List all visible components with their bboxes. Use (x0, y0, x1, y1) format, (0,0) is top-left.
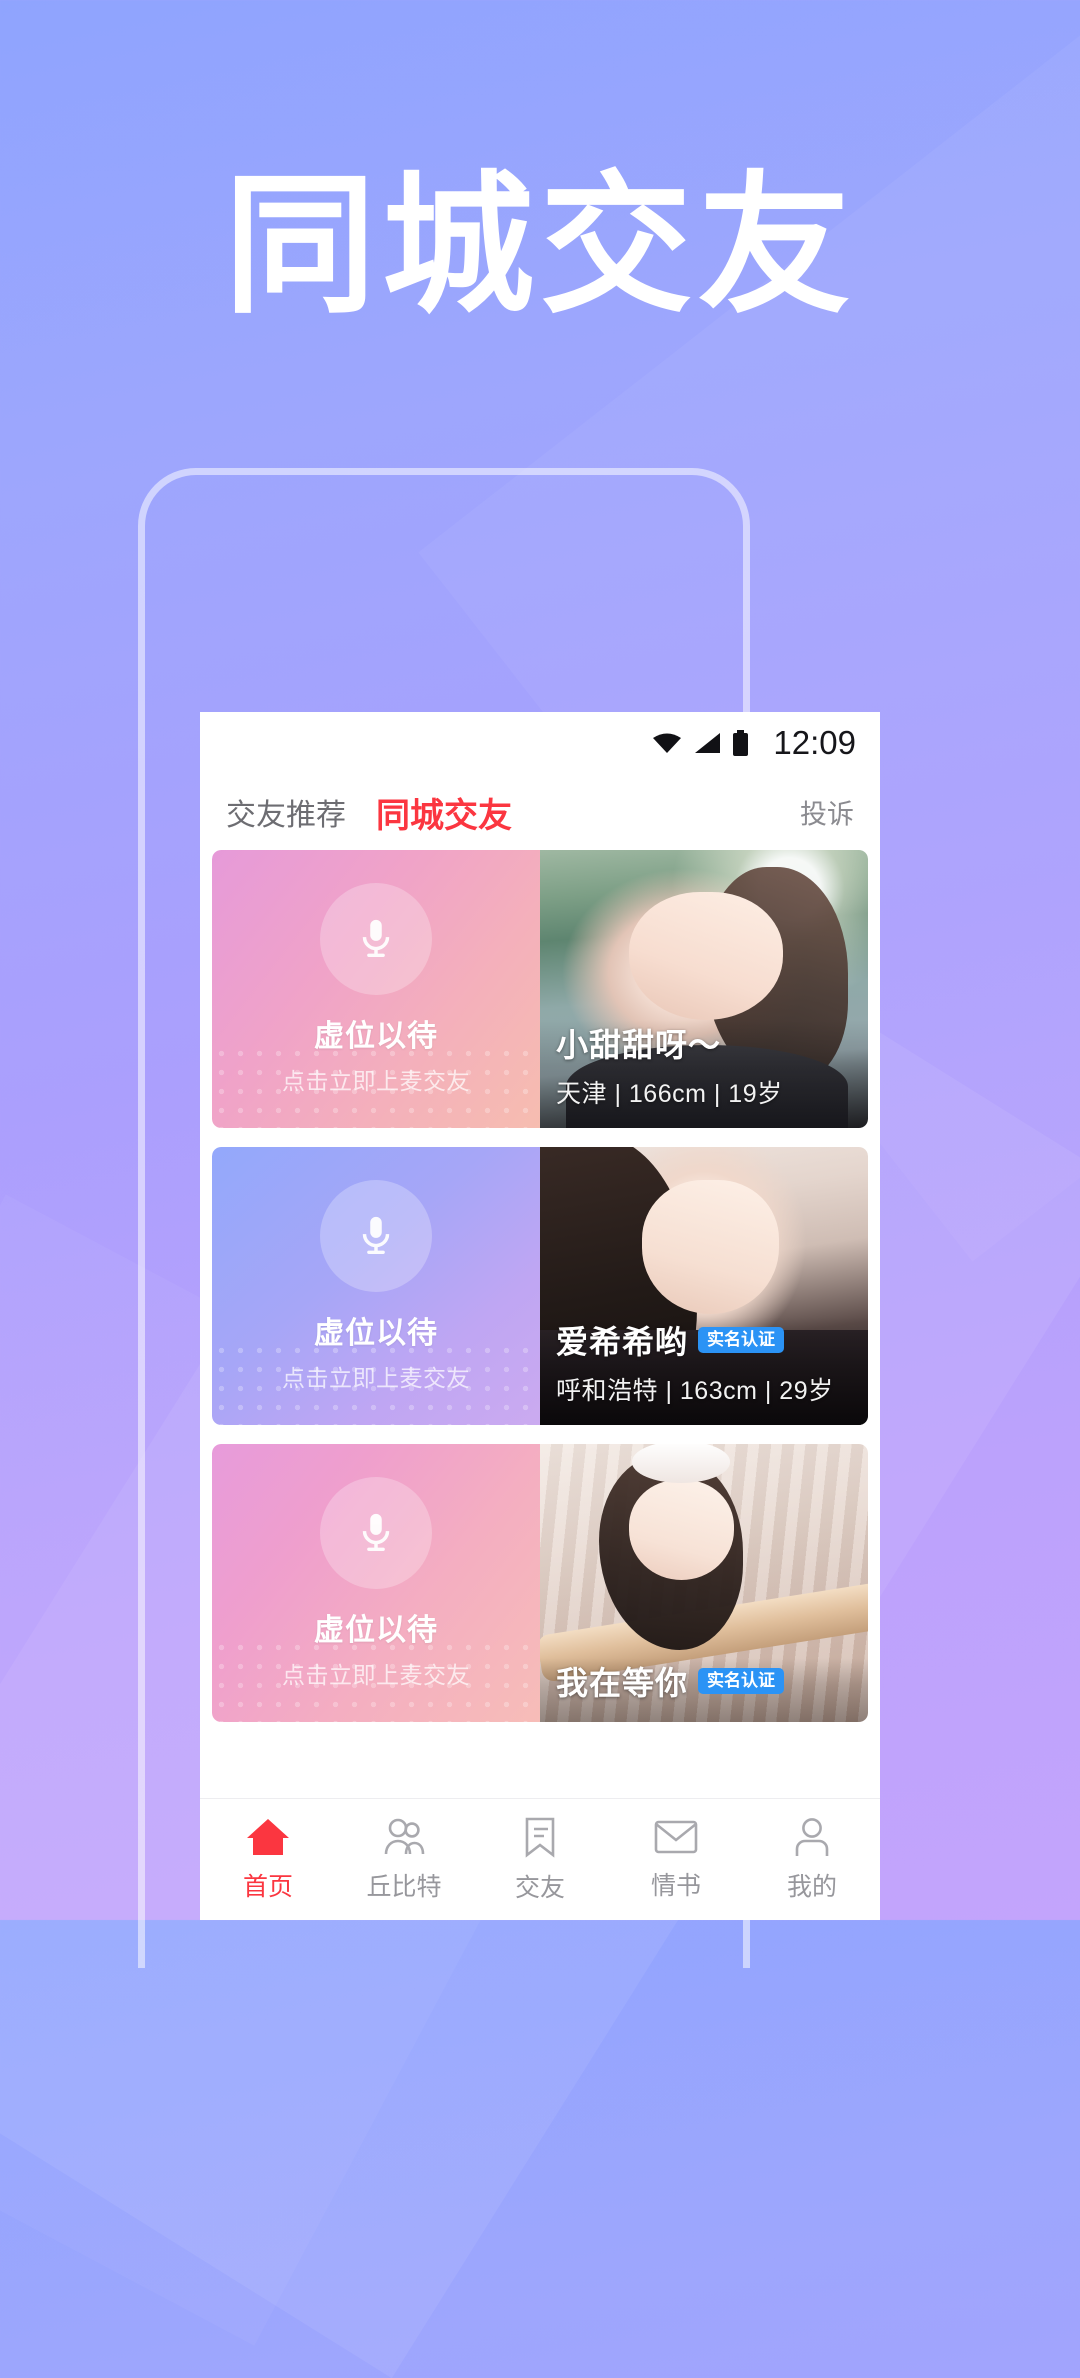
nav-label: 交友 (514, 1874, 565, 1902)
list-item[interactable]: 虚位以待 点击立即上麦交友 小甜甜呀～ 天津 | 166cm | 19岁 (212, 850, 868, 1128)
empty-mic-slot[interactable]: 虚位以待 点击立即上麦交友 (212, 1147, 540, 1425)
photo-face-shape (641, 1180, 780, 1314)
home-icon (245, 1816, 291, 1858)
chat-bookmark-icon (518, 1815, 562, 1859)
status-bar: 12:09 (200, 712, 880, 774)
signal-icon (693, 732, 721, 754)
page-title: 同城交友 (224, 157, 856, 334)
list-item[interactable]: 虚位以待 点击立即上麦交友 我在等你 实名认证 (212, 1444, 868, 1722)
nav-label: 丘比特 (366, 1873, 442, 1901)
nav-label: 我的 (786, 1873, 837, 1901)
profile-caption: 我在等你 实名认证 (540, 1658, 868, 1722)
nav-item-mine[interactable]: 我的 (744, 1816, 880, 1903)
caption-name-row: 爱希希哟 实名认证 (556, 1317, 868, 1363)
caption-name-row: 我在等你 实名认证 (556, 1658, 868, 1704)
empty-mic-slot[interactable]: 虚位以待 点击立即上麦交友 (212, 850, 540, 1128)
tab-local-friends[interactable]: 同城交友 (376, 788, 512, 837)
card-list: 虚位以待 点击立即上麦交友 小甜甜呀～ 天津 | 166cm | 19岁 虚位以… (200, 850, 880, 1722)
caption-name-row: 小甜甜呀～ (556, 1020, 868, 1066)
person-icon (790, 1816, 834, 1858)
two-people-icon (381, 1816, 427, 1858)
tab-bar: 交友推荐 同城交友 投诉 (200, 774, 880, 850)
battery-icon (732, 730, 749, 756)
profile-caption: 小甜甜呀～ 天津 | 166cm | 19岁 (540, 1020, 868, 1128)
microphone-icon[interactable] (320, 882, 432, 995)
nav-label: 情书 (650, 1872, 701, 1900)
nav-item-home[interactable]: 首页 (200, 1816, 336, 1903)
envelope-icon (653, 1817, 699, 1857)
tab-recommend[interactable]: 交友推荐 (226, 790, 346, 834)
status-badge: 实名认证 (698, 1667, 785, 1695)
wifi-icon (652, 732, 682, 754)
profile-photo[interactable]: 爱希希哟 实名认证 呼和浩特 | 163cm | 29岁 (540, 1147, 868, 1425)
profile-name: 小甜甜呀～ (556, 1027, 722, 1063)
status-clock: 12:09 (773, 724, 856, 761)
slot-title: 虚位以待 (314, 1019, 438, 1053)
microphone-icon[interactable] (320, 1476, 432, 1589)
bottom-navigation: 首页 丘比特 交友 情书 我的 (200, 1798, 880, 1920)
slot-title: 虚位以待 (314, 1316, 438, 1350)
profile-name: 爱希希哟 (556, 1324, 689, 1360)
hero-section: 同城交友 (0, 168, 1080, 323)
slot-subtitle: 点击立即上麦交友 (282, 1661, 470, 1688)
empty-mic-slot[interactable]: 虚位以待 点击立即上麦交友 (212, 1444, 540, 1722)
profile-name: 我在等你 (556, 1665, 689, 1701)
slot-title: 虚位以待 (314, 1613, 438, 1647)
profile-photo[interactable]: 我在等你 实名认证 (540, 1444, 868, 1722)
list-item[interactable]: 虚位以待 点击立即上麦交友 爱希希哟 实名认证 呼和浩特 | 163cm | 2… (212, 1147, 868, 1425)
profile-meta: 呼和浩特 | 163cm | 29岁 (556, 1377, 834, 1405)
status-badge: 实名认证 (698, 1326, 785, 1354)
nav-item-loveletter[interactable]: 情书 (608, 1817, 744, 1902)
nav-item-cupid[interactable]: 丘比特 (336, 1816, 472, 1903)
profile-meta: 天津 | 166cm | 19岁 (556, 1080, 783, 1108)
phone-screen: 12:09 交友推荐 同城交友 投诉 虚位以待 点击立即上麦交友 小甜甜呀～ 天… (200, 712, 880, 1920)
profile-photo[interactable]: 小甜甜呀～ 天津 | 166cm | 19岁 (540, 850, 868, 1128)
slot-subtitle: 点击立即上麦交友 (282, 1364, 470, 1391)
slot-subtitle: 点击立即上麦交友 (282, 1067, 470, 1094)
photo-face-shape (628, 891, 783, 1020)
nav-label: 首页 (242, 1873, 293, 1901)
microphone-icon[interactable] (320, 1179, 432, 1292)
profile-caption: 爱希希哟 实名认证 呼和浩特 | 163cm | 29岁 (540, 1317, 868, 1425)
nav-item-friends[interactable]: 交友 (472, 1815, 608, 1904)
photo-face-shape (628, 1480, 734, 1581)
complain-link[interactable]: 投诉 (800, 793, 854, 832)
